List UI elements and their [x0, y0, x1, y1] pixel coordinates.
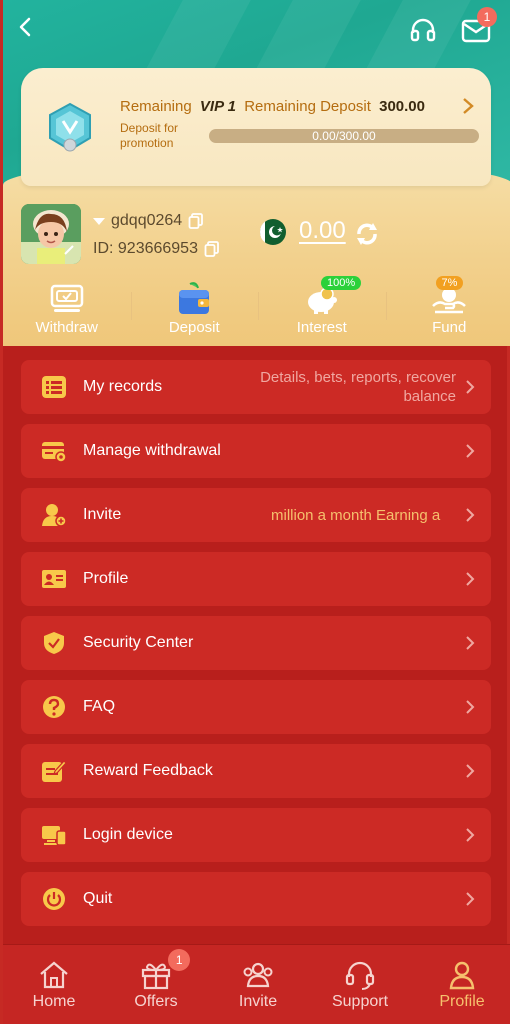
user-id-row: ID: 923666953: [93, 240, 220, 258]
fund-badge: 7%: [435, 276, 464, 290]
menu-item-login-device[interactable]: Login device: [21, 808, 491, 862]
nav-label: Support: [331, 993, 389, 1010]
app-frame: 1 Remaining VIP 1 Remaining Deposit 300.…: [0, 0, 510, 1024]
profile-card-icon: [42, 570, 66, 588]
menu-label: Security Center: [83, 634, 194, 651]
nav-label: Offers: [134, 993, 178, 1010]
action-label: Withdraw: [35, 319, 98, 336]
menu-label: Invite: [83, 506, 122, 523]
caret-down-icon[interactable]: [93, 217, 105, 225]
vip-remaining-label: Remaining: [120, 98, 192, 115]
feedback-icon: [42, 760, 67, 782]
nav-label: Invite: [238, 993, 278, 1010]
menu-item-quit[interactable]: Quit: [21, 872, 491, 926]
interest-badge: 100%: [321, 276, 362, 290]
chevron-right-icon[interactable]: [461, 96, 475, 116]
back-arrow-icon[interactable]: [15, 16, 37, 38]
chevron-right-icon: [466, 764, 475, 778]
vip-promo-text: Deposit for promotion: [120, 121, 179, 150]
menu-label: Manage withdrawal: [83, 442, 221, 459]
nav-home[interactable]: Home: [3, 945, 105, 1024]
nav-invite[interactable]: Invite: [207, 945, 309, 1024]
username: gdqq0264: [111, 212, 183, 229]
nav-label: Home: [32, 993, 76, 1010]
wallet-icon: [179, 282, 210, 314]
bottom-nav: Home 1 Offers Invite Support Profile: [3, 944, 510, 1024]
menu-label: FAQ: [83, 698, 116, 715]
chevron-right-icon: [466, 892, 475, 906]
chevron-right-icon: [466, 828, 475, 842]
menu-marquee-hint: million a month Earning a: [271, 506, 441, 524]
vip-badge-icon: [49, 102, 91, 152]
menu-item-manage-withdrawal[interactable]: Manage withdrawal: [21, 424, 491, 478]
device-icon: [42, 826, 67, 846]
headset-icon[interactable]: [409, 16, 437, 44]
menu-label: Profile: [83, 570, 129, 587]
chevron-right-icon: [466, 700, 475, 714]
copy-icon[interactable]: [188, 213, 204, 229]
menu-item-security-center[interactable]: Security Center: [21, 616, 491, 670]
action-label: Deposit: [168, 319, 220, 336]
person-icon: [449, 961, 475, 990]
action-interest[interactable]: 100% Interest: [258, 276, 386, 340]
username-row: gdqq0264: [93, 212, 204, 230]
user-id: ID: 923666953: [93, 240, 198, 257]
mail-badge: 1: [477, 7, 497, 27]
action-withdraw[interactable]: Withdraw: [3, 280, 131, 340]
menu-item-faq[interactable]: FAQ: [21, 680, 491, 734]
vip-deposit-amount: 300.00: [379, 98, 425, 115]
nav-profile[interactable]: Profile: [411, 945, 510, 1024]
question-icon: [43, 696, 65, 718]
card-icon: [42, 442, 67, 463]
menu-label: My records: [83, 378, 163, 395]
action-deposit[interactable]: Deposit: [130, 280, 259, 340]
vip-deposit-label: Remaining Deposit: [244, 98, 371, 115]
menu-label: Login device: [83, 826, 173, 843]
action-label: Fund: [432, 319, 467, 336]
offers-badge: 1: [168, 949, 191, 971]
nav-support[interactable]: Support: [309, 945, 411, 1024]
chevron-right-icon: [466, 572, 475, 586]
avatar[interactable]: [21, 204, 81, 264]
chevron-right-icon: [466, 636, 475, 650]
vip-card[interactable]: Remaining VIP 1 Remaining Deposit 300.00…: [21, 68, 491, 186]
menu-label: Quit: [83, 890, 113, 907]
nav-label: Profile: [439, 993, 485, 1010]
chevron-right-icon: [466, 380, 475, 394]
vip-level: VIP 1: [199, 98, 237, 115]
menu-item-my-records[interactable]: My records Details, bets, reports, recov…: [21, 360, 491, 414]
nav-offers[interactable]: 1 Offers: [105, 945, 207, 1024]
vip-progress-bar: 0.00/300.00: [209, 129, 479, 143]
copy-id-icon[interactable]: [204, 241, 220, 257]
menu-item-profile[interactable]: Profile: [21, 552, 491, 606]
menu-label: Reward Feedback: [83, 762, 213, 779]
menu-hint: Details, bets, reports, recover balance: [260, 369, 456, 405]
power-icon: [43, 888, 65, 910]
headset-icon: [345, 961, 375, 990]
invite-icon: [42, 504, 67, 527]
action-label: Interest: [296, 319, 347, 336]
chevron-right-icon: [466, 444, 475, 458]
withdraw-icon: [50, 284, 83, 312]
chevron-right-icon: [466, 508, 475, 522]
refresh-icon[interactable]: [353, 220, 381, 248]
wallet-balance: 0.00: [299, 217, 346, 244]
menu-item-invite[interactable]: Invite million a month Earning a: [21, 488, 491, 542]
pakistan-flag-icon: [259, 219, 286, 245]
menu-item-reward-feedback[interactable]: Reward Feedback: [21, 744, 491, 798]
people-icon: [243, 962, 273, 988]
vip-progress-text: 0.00/300.00: [312, 129, 376, 143]
records-icon: [42, 376, 66, 398]
profile-menu: My records Details, bets, reports, recov…: [21, 360, 491, 936]
shield-icon: [44, 632, 64, 654]
action-fund[interactable]: 7% Fund: [385, 276, 510, 340]
vip-status-line: Remaining VIP 1 Remaining Deposit 300.00: [120, 98, 425, 115]
home-icon: [40, 961, 68, 989]
quick-actions: Withdraw Deposit 100% Interest 7% Fund: [3, 276, 510, 340]
